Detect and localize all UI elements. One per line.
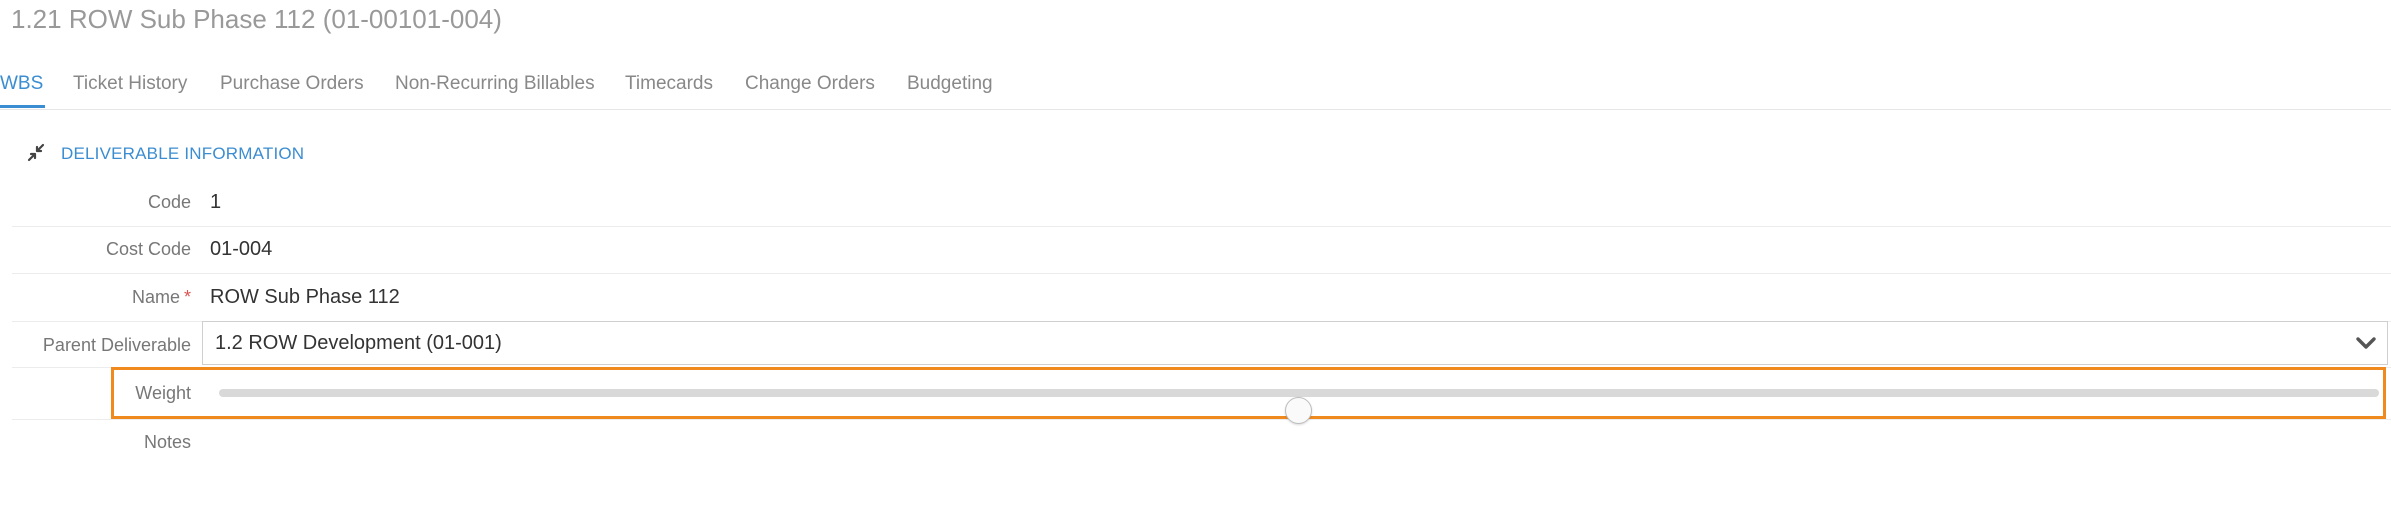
tab-purchase-orders[interactable]: Purchase Orders [220, 73, 364, 95]
weight-focus-outline [111, 367, 2386, 424]
field-row-code: Code 1 [12, 179, 2391, 227]
tab-wbs[interactable]: WBS [0, 73, 43, 95]
section-title: DELIVERABLE INFORMATION [61, 144, 305, 163]
cost-code-value: 01-004 [210, 238, 273, 260]
tab-timecards[interactable]: Timecards [625, 73, 713, 95]
field-row-notes: Notes [12, 419, 2391, 469]
tab-bar: WBS Ticket History Purchase Orders Non-R… [0, 60, 2391, 110]
parent-deliverable-select[interactable]: 1.2 ROW Development (01-001) [202, 321, 2388, 365]
field-row-name: Name * ROW Sub Phase 112 [12, 273, 2391, 322]
page-title: 1.21 ROW Sub Phase 112 (01-00101-004) [11, 4, 502, 34]
collapse-icon[interactable] [26, 143, 46, 163]
chevron-down-icon[interactable] [2355, 334, 2377, 352]
field-row-parent-deliverable: Parent Deliverable 1.2 ROW Development (… [12, 321, 2391, 368]
page: 1.21 ROW Sub Phase 112 (01-00101-004) WB… [0, 0, 2391, 518]
active-tab-indicator [0, 105, 45, 108]
tab-change-orders[interactable]: Change Orders [745, 73, 875, 95]
name-value[interactable]: ROW Sub Phase 112 [210, 286, 400, 309]
tab-budgeting[interactable]: Budgeting [907, 73, 993, 95]
field-row-cost-code: Cost Code 01-004 [12, 226, 2391, 274]
tab-ticket-history[interactable]: Ticket History [73, 73, 187, 95]
tab-non-recurring-billables[interactable]: Non-Recurring Billables [395, 73, 595, 95]
parent-deliverable-value: 1.2 ROW Development (01-001) [215, 332, 502, 354]
required-indicator: * [183, 287, 191, 307]
code-value: 1 [210, 191, 222, 213]
parent-deliverable-label: Parent Deliverable [42, 335, 191, 355]
name-label: Name * [132, 287, 191, 308]
code-label: Code [147, 192, 191, 212]
cost-code-label: Cost Code [105, 239, 191, 259]
name-label-text: Name [131, 287, 180, 307]
notes-label: Notes [143, 432, 191, 452]
weight-slider[interactable] [219, 389, 2379, 424]
